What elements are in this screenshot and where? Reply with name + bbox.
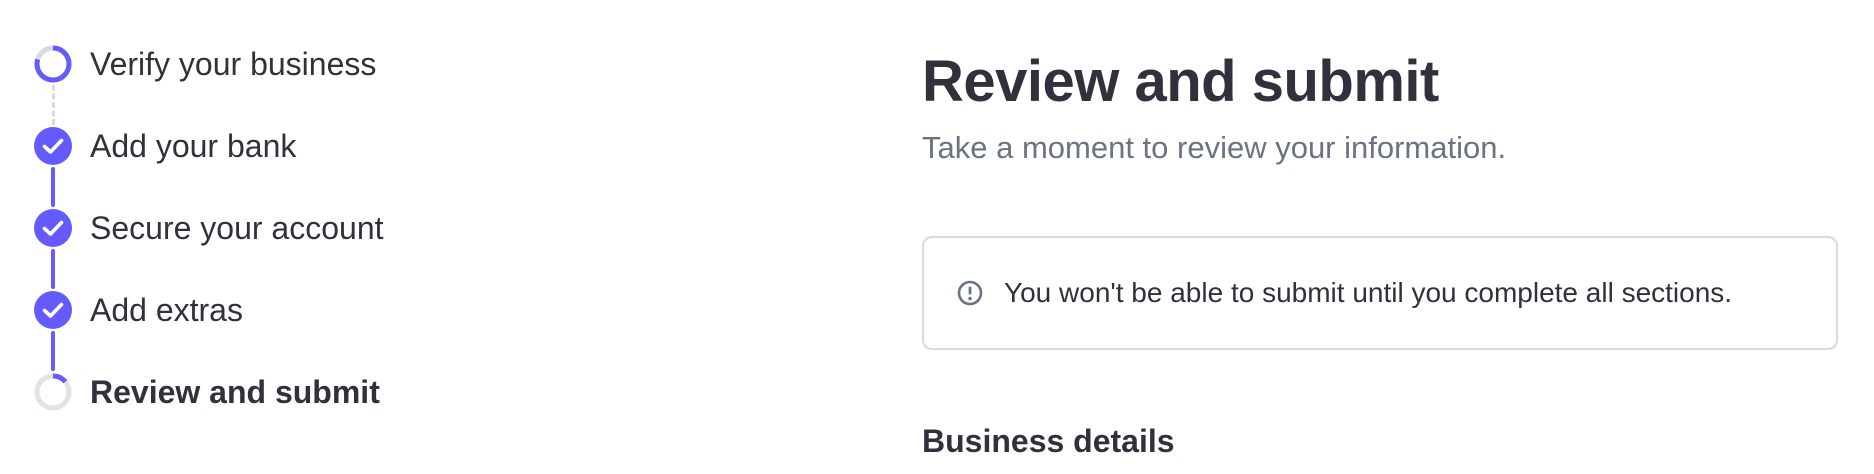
step-connector-complete <box>51 249 55 289</box>
progress-ring-icon <box>34 45 72 83</box>
section-heading-business-details: Business details <box>922 423 1175 459</box>
step-add-extras[interactable]: Add extras <box>32 289 243 331</box>
step-secure-account[interactable]: Secure your account <box>32 207 384 249</box>
step-label: Add your bank <box>90 128 297 164</box>
step-add-bank[interactable]: Add your bank <box>32 125 296 167</box>
progress-stepper: Verify your business Add your bank Secur… <box>0 0 600 474</box>
progress-ring-icon <box>34 373 72 411</box>
check-circle-icon <box>34 127 72 165</box>
info-circle-icon <box>957 280 983 306</box>
notice-text: You won't be able to submit until you co… <box>1004 277 1733 308</box>
step-connector-complete <box>51 331 55 371</box>
step-connector-pending <box>52 85 55 125</box>
step-label: Verify your business <box>90 46 377 82</box>
step-verify-business[interactable]: Verify your business <box>32 43 376 85</box>
onboarding-page: Verify your business Add your bank Secur… <box>0 0 1874 474</box>
step-review-submit[interactable]: Review and submit <box>32 371 380 413</box>
check-circle-icon <box>34 209 72 247</box>
page-subtitle: Take a moment to review your information… <box>922 130 1507 165</box>
step-connector-complete <box>51 167 55 207</box>
step-label: Secure your account <box>90 210 384 246</box>
page-title: Review and submit <box>922 49 1439 114</box>
check-circle-icon <box>34 291 72 329</box>
step-label: Add extras <box>90 292 243 328</box>
incomplete-sections-notice: You won't be able to submit until you co… <box>922 236 1838 350</box>
step-label: Review and submit <box>90 374 380 410</box>
